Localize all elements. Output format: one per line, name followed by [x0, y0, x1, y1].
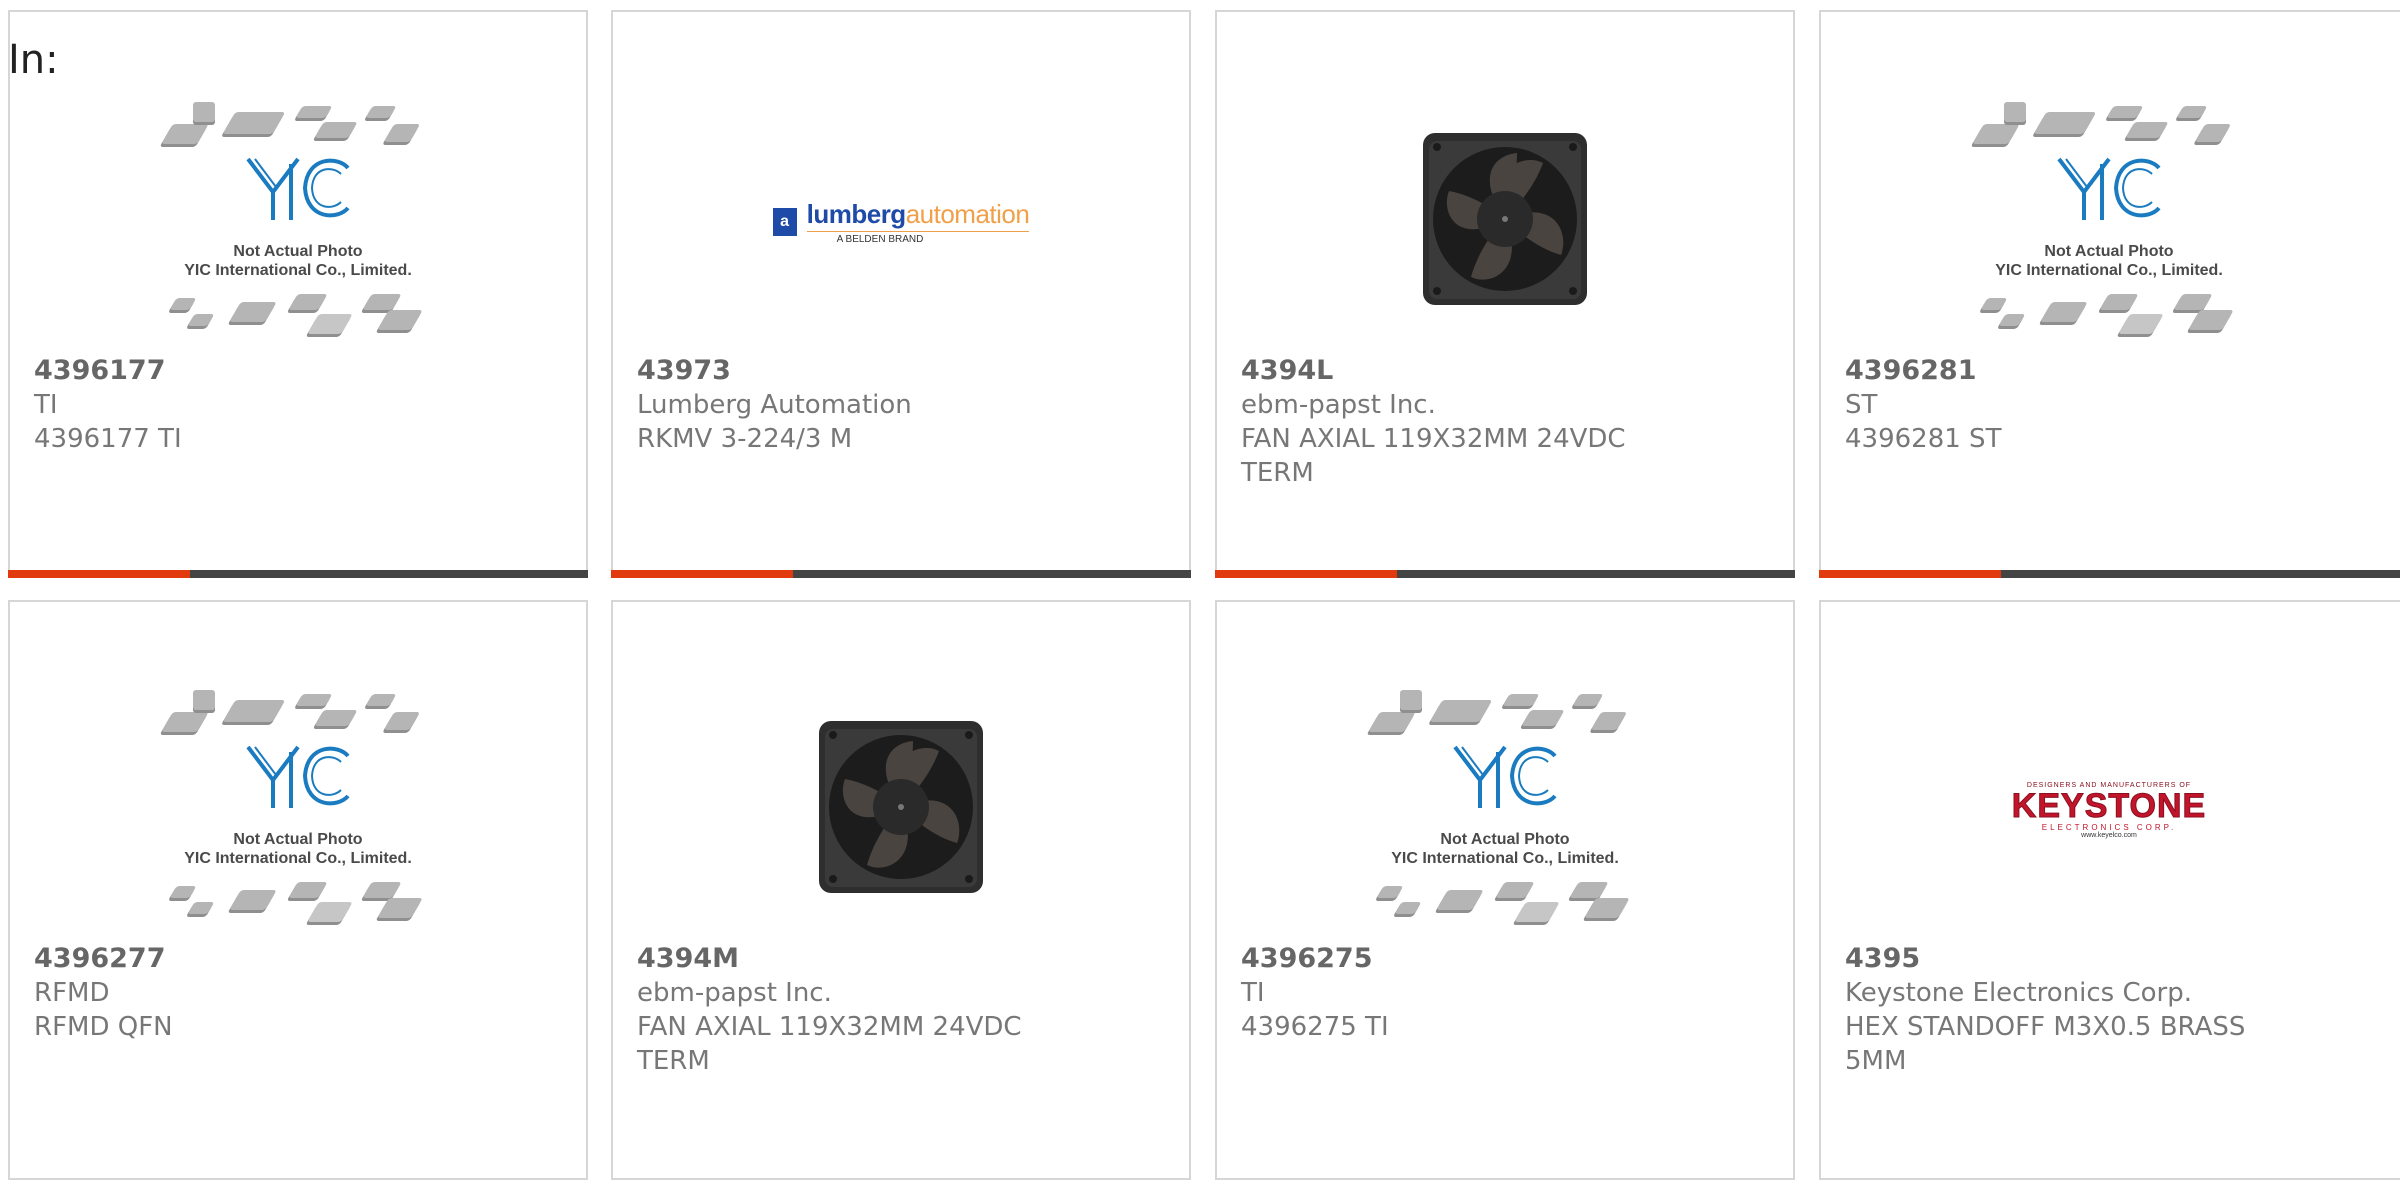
product-image[interactable]: Not Actual Photo YIC International Co., …: [1217, 680, 1793, 940]
part-number-link[interactable]: 4396277: [34, 942, 566, 976]
logo-tagline: A BELDEN BRAND: [836, 234, 924, 245]
part-number-link[interactable]: 4394L: [1241, 354, 1773, 388]
product-image[interactable]: Not Actual Photo YIC International Co., …: [10, 680, 586, 940]
logo-url-text: www.keyelco.com: [2081, 831, 2137, 839]
logo-word2: automation: [905, 199, 1030, 229]
product-image[interactable]: a lumbergautomation A BELDEN BRAND: [613, 92, 1189, 352]
product-image[interactable]: [613, 680, 1189, 940]
logo-main-text: KEYSTONE: [2011, 786, 2207, 825]
keystone-electronics-logo: DESIGNERS AND MANUFACTURERS OF KEYSTONE …: [2011, 782, 2207, 839]
description: RFMD QFN: [34, 1012, 173, 1042]
lumberg-automation-logo: a lumbergautomation A BELDEN BRAND: [772, 199, 1030, 245]
not-actual-photo-placeholder: Not Actual Photo YIC International Co., …: [161, 690, 433, 930]
placeholder-line2: YIC International Co., Limited.: [184, 262, 412, 279]
axial-fan-icon: [1423, 133, 1587, 305]
product-card[interactable]: 4394M ebm-papst Inc. FAN AXIAL 119X32MM …: [611, 600, 1191, 1180]
placeholder-line1: Not Actual Photo: [1440, 831, 1570, 848]
description: 4396275 TI: [1241, 1012, 1389, 1042]
manufacturer: TI: [34, 390, 58, 420]
placeholder-line1: Not Actual Photo: [2044, 243, 2174, 260]
lumberg-mark-icon: a: [772, 208, 797, 236]
product-card[interactable]: Not Actual Photo YIC International Co., …: [1215, 600, 1795, 1180]
description: 4396177 TI: [34, 424, 182, 454]
product-card[interactable]: Not Actual Photo YIC International Co., …: [8, 10, 588, 578]
placeholder-line2: YIC International Co., Limited.: [184, 850, 412, 867]
axial-fan-icon: [819, 721, 983, 893]
product-image[interactable]: Not Actual Photo YIC International Co., …: [1821, 92, 2397, 352]
manufacturer: RFMD: [34, 978, 110, 1008]
placeholder-line2: YIC International Co., Limited.: [1391, 850, 1619, 867]
placeholder-line1: Not Actual Photo: [233, 831, 363, 848]
manufacturer: ST: [1845, 390, 1878, 420]
part-number-link[interactable]: 43973: [637, 354, 1169, 388]
product-card[interactable]: a lumbergautomation A BELDEN BRAND 43973…: [611, 10, 1191, 578]
not-actual-photo-placeholder: Not Actual Photo YIC International Co., …: [1368, 690, 1640, 930]
product-image[interactable]: DESIGNERS AND MANUFACTURERS OF KEYSTONE …: [1821, 680, 2397, 940]
description: RKMV 3-224/3 M: [637, 424, 853, 454]
part-number-link[interactable]: 4396275: [1241, 942, 1773, 976]
not-actual-photo-placeholder: Not Actual Photo YIC International Co., …: [1972, 102, 2244, 342]
yic-logo-icon: [246, 745, 350, 808]
logo-word1: lumberg: [806, 199, 907, 229]
placeholder-line1: Not Actual Photo: [233, 243, 363, 260]
not-actual-photo-placeholder: Not Actual Photo YIC International Co., …: [161, 102, 433, 342]
manufacturer: ebm-papst Inc.: [1241, 390, 1436, 420]
yic-logo-icon: [246, 157, 350, 220]
in-label: In:: [8, 37, 59, 83]
part-number-link[interactable]: 4396281: [1845, 354, 2397, 388]
manufacturer: Lumberg Automation: [637, 390, 912, 420]
yic-logo-icon: [2057, 157, 2161, 220]
product-image[interactable]: Not Actual Photo YIC International Co., …: [10, 92, 586, 352]
product-card[interactable]: Not Actual Photo YIC International Co., …: [1819, 10, 2400, 578]
manufacturer: ebm-papst Inc.: [637, 978, 832, 1008]
card-bottom-bar: [611, 570, 1191, 578]
manufacturer: Keystone Electronics Corp.: [1845, 978, 2193, 1008]
product-card[interactable]: DESIGNERS AND MANUFACTURERS OF KEYSTONE …: [1819, 600, 2400, 1180]
description: FAN AXIAL 119X32MM 24VDC TERM: [1241, 424, 1626, 488]
product-card[interactable]: Not Actual Photo YIC International Co., …: [8, 600, 588, 1180]
description: HEX STANDOFF M3X0.5 BRASS 5MM: [1845, 1012, 2246, 1076]
product-grid: Not Actual Photo YIC International Co., …: [0, 0, 2400, 1180]
part-number-link[interactable]: 4395: [1845, 942, 2397, 976]
manufacturer: TI: [1241, 978, 1265, 1008]
card-bottom-bar: [1215, 570, 1795, 578]
product-card[interactable]: 4394L ebm-papst Inc. FAN AXIAL 119X32MM …: [1215, 10, 1795, 578]
description: 4396281 ST: [1845, 424, 2002, 454]
part-number-link[interactable]: 4394M: [637, 942, 1169, 976]
part-number-link[interactable]: 4396177: [34, 354, 566, 388]
card-bottom-bar: [8, 570, 588, 578]
description: FAN AXIAL 119X32MM 24VDC TERM: [637, 1012, 1022, 1076]
yic-logo-icon: [1453, 745, 1557, 808]
placeholder-line2: YIC International Co., Limited.: [1995, 262, 2223, 279]
card-bottom-bar: [1819, 570, 2400, 578]
product-image[interactable]: [1217, 92, 1793, 352]
